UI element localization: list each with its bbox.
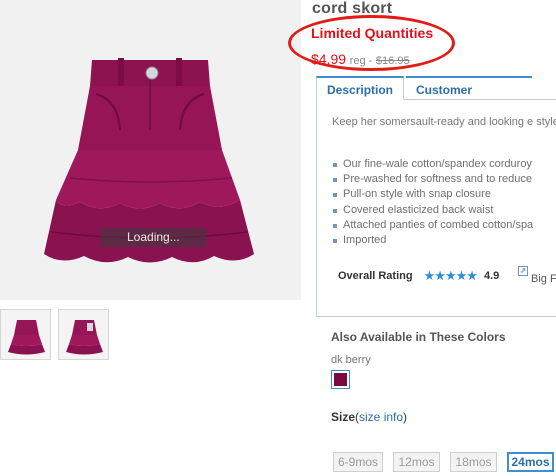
description-intro: Keep her somersault-ready and looking e … [332,116,556,128]
external-link-icon[interactable]: ⇗ [518,266,528,276]
color-swatch-dk-berry[interactable] [331,370,350,389]
size-paren-close: ) [403,410,408,424]
size-info-link[interactable]: size info [359,410,403,424]
feature-item: Pull-on style with snap closure [332,187,556,202]
reg-label: reg - [349,55,373,67]
colors-heading: Also Available in These Colors [331,330,506,344]
size-option-12mos[interactable]: 12mos [393,452,440,472]
feature-item: Covered elasticized back waist [332,203,556,218]
size-option-18mos[interactable]: 18mos [450,452,497,472]
reviews-link[interactable]: Big F [531,273,556,285]
feature-list: Our fine-wale cotton/spandex corduroy Pr… [332,157,556,248]
thumbnail-back[interactable] [58,309,109,360]
feature-item: Our fine-wale cotton/spandex corduroy [332,157,556,172]
overall-rating: Overall Rating ★★★★★ 4.9 ⇗ Big F [338,266,556,285]
sale-price: $4.99 [311,51,347,67]
skort-thumbnail-front [8,320,45,355]
skort-thumbnail-back [66,320,103,355]
swatch-fill [334,373,347,386]
size-option-24mos[interactable]: 24mos [507,452,554,472]
price-row: $4.99 reg - $16.95 [311,51,410,67]
product-main-image[interactable]: Loading... [0,0,301,300]
loading-indicator: Loading... [100,228,206,247]
feature-item: Attached panties of combed cotton/spa [332,218,556,233]
star-rating-icon: ★★★★★ [423,268,478,283]
thumbnail-front[interactable] [0,309,51,360]
feature-item: Imported [332,233,556,248]
tab-description[interactable]: Description [316,76,404,100]
size-label: Size [331,410,356,424]
size-option-6-9mos[interactable]: 6-9mos [333,452,383,472]
size-heading: Size(size info) [331,410,407,424]
selected-color-name: dk berry [331,354,371,366]
description-panel: Keep her somersault-ready and looking e … [316,99,556,317]
rating-label: Overall Rating [338,270,413,282]
reg-price: $16.95 [375,55,410,67]
rating-value: 4.9 [483,270,500,282]
skort-illustration [44,58,254,263]
tab-customer-reviews[interactable]: Customer Reviews [406,76,532,121]
feature-item: Pre-washed for softness and to reduce [332,172,556,187]
